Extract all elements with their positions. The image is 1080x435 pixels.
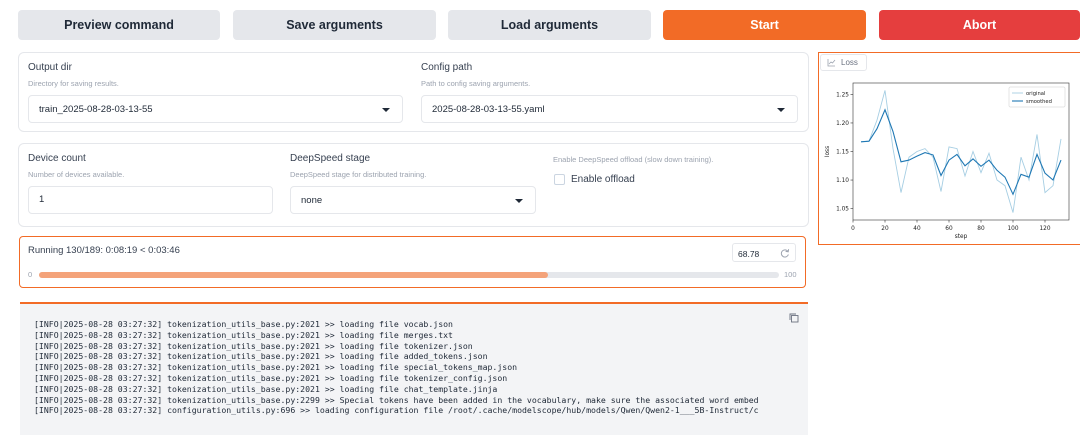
log-line: [INFO|2025-08-28 03:27:32] tokenization_… (34, 394, 759, 405)
x-tick-label: 20 (881, 226, 889, 232)
progress-track[interactable] (39, 272, 779, 278)
log-line: [INFO|2025-08-28 03:27:32] tokenization_… (34, 329, 453, 340)
config-path-dropdown[interactable]: 2025-08-28-03-13-55.yaml (421, 95, 798, 123)
chart-icon (827, 59, 836, 67)
output-dir-dropdown[interactable]: train_2025-08-28-03-13-55 (28, 95, 403, 123)
device-deepspeed-panel: Device count Number of devices available… (18, 143, 809, 227)
x-tick-label: 40 (913, 226, 921, 232)
abort-button[interactable]: Abort (879, 10, 1080, 40)
x-tick-label: 0 (851, 226, 855, 232)
log-line: [INFO|2025-08-28 03:27:32] tokenization_… (34, 319, 453, 329)
legend-label: original (1026, 91, 1045, 97)
output-dir-label: Output dir (28, 62, 72, 73)
y-tick-label: 1.20 (836, 121, 849, 127)
log-output: [INFO|2025-08-28 03:27:32] tokenization_… (20, 302, 808, 435)
chevron-down-icon (382, 108, 390, 112)
loss-tab[interactable]: Loss (820, 54, 867, 71)
output-dir-value: train_2025-08-28-03-13-55 (39, 104, 153, 115)
save-arguments-button[interactable]: Save arguments (233, 10, 436, 40)
log-line: [INFO|2025-08-28 03:27:32] tokenization_… (34, 340, 473, 351)
chevron-down-icon (515, 199, 523, 203)
y-tick-label: 1.15 (836, 150, 849, 156)
y-axis-label: loss (825, 146, 831, 157)
deepspeed-stage-label: DeepSpeed stage (290, 153, 371, 164)
loss-tab-label: Loss (841, 58, 858, 67)
x-tick-label: 100 (1007, 226, 1018, 232)
output-dir-info: Directory for saving results. (28, 79, 119, 88)
log-line: [INFO|2025-08-28 03:27:32] tokenization_… (34, 362, 518, 373)
loss-chart-panel: Loss 0 20 40 60 80 100 120 1.05 1.10 1.15 1.20 1.25… (818, 52, 1080, 245)
reset-icon[interactable] (779, 247, 791, 259)
preview-command-button[interactable]: Preview command (18, 10, 220, 40)
legend-label: smoothed (1026, 99, 1052, 105)
progress-value-box[interactable]: 68.78 (732, 243, 796, 262)
chevron-down-icon (777, 108, 785, 112)
config-path-value: 2025-08-28-03-13-55.yaml (432, 104, 545, 115)
copy-icon[interactable] (788, 312, 800, 324)
progress-max-label: 100 (784, 270, 797, 279)
series-line-smoothed (860, 108, 1062, 196)
device-count-label: Device count (28, 153, 86, 164)
output-config-panel: Output dir Directory for saving results.… (18, 52, 809, 132)
progress-status: Running 130/189: 0:08:19 < 0:03:46 (28, 245, 180, 256)
log-line: [INFO|2025-08-28 03:27:32] configuration… (34, 405, 759, 416)
config-path-info: Path to config saving arguments. (421, 79, 531, 88)
start-button[interactable]: Start (663, 10, 866, 40)
deepspeed-stage-value: none (301, 195, 323, 206)
load-arguments-button[interactable]: Load arguments (448, 10, 651, 40)
offload-label: Enable offload (571, 174, 635, 185)
x-axis-label: step (955, 234, 968, 240)
offload-checkbox[interactable] (554, 174, 565, 185)
offload-info: Enable DeepSpeed offload (slow down trai… (553, 155, 714, 164)
device-count-input[interactable]: 1 (28, 186, 273, 214)
log-line: [INFO|2025-08-28 03:27:32] tokenization_… (34, 383, 498, 394)
x-tick-label: 60 (945, 226, 953, 232)
deepspeed-stage-dropdown[interactable]: none (290, 186, 536, 214)
device-count-info: Number of devices available. (28, 170, 125, 179)
x-tick-label: 120 (1039, 226, 1050, 232)
progress-value: 68.78 (738, 249, 760, 259)
y-tick-label: 1.10 (836, 178, 849, 184)
log-line: [INFO|2025-08-28 03:27:32] tokenization_… (34, 351, 488, 362)
progress-fill (39, 272, 548, 278)
progress-min-label: 0 (28, 270, 33, 279)
y-tick-label: 1.05 (836, 207, 849, 213)
config-path-label: Config path (421, 62, 473, 73)
log-lines: [INFO|2025-08-28 03:27:32] tokenization_… (34, 319, 759, 416)
log-line: [INFO|2025-08-28 03:27:32] tokenization_… (34, 372, 508, 383)
deepspeed-stage-info: DeepSpeed stage for distributed training… (290, 170, 427, 179)
y-tick-label: 1.25 (836, 92, 849, 98)
progress-panel: Running 130/189: 0:08:19 < 0:03:46 68.78… (19, 236, 806, 288)
loss-chart: 0 20 40 60 80 100 120 1.05 1.10 1.15 1.20 1.25 step l… (825, 82, 1070, 240)
series-line-original (860, 90, 1062, 213)
x-tick-label: 80 (977, 226, 985, 232)
